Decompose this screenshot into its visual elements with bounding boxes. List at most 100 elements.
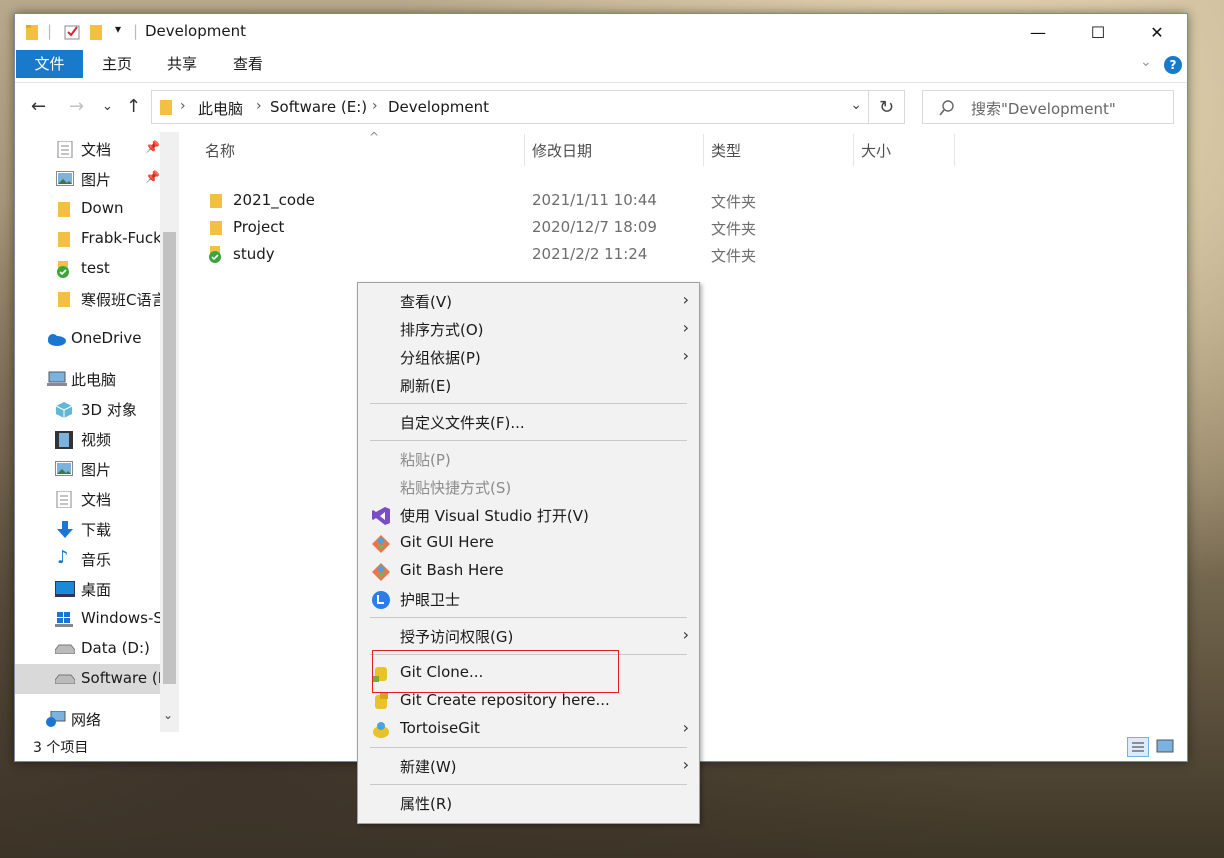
sidebar-item-downloads[interactable]: 下载: [15, 514, 160, 544]
recent-locations-icon[interactable]: ⌄: [102, 99, 113, 114]
sidebar-item-desktop[interactable]: 桌面: [15, 574, 160, 604]
details-view-button[interactable]: [1127, 737, 1149, 757]
column-divider[interactable]: [954, 134, 955, 166]
file-row[interactable]: 2021_code 2021/1/11 10:44 文件夹: [193, 187, 953, 214]
sidebar-item-test[interactable]: test: [15, 254, 160, 284]
sidebar-item-3d-objects[interactable]: 3D 对象: [15, 394, 160, 424]
chevron-right-icon[interactable]: ›: [372, 98, 378, 114]
details-view-icon: [1132, 742, 1144, 752]
menu-separator: [370, 784, 687, 785]
menu-item-refresh[interactable]: 刷新(E): [358, 372, 699, 400]
refresh-button[interactable]: ↻: [869, 90, 905, 124]
sidebar-item-data-drive[interactable]: Data (D:): [15, 634, 160, 664]
picture-icon: [56, 171, 74, 186]
help-icon[interactable]: ?: [1164, 56, 1182, 74]
ribbon-tabs: 文件 主页 共享 查看 ⌄ ?: [15, 50, 1187, 83]
sidebar-item-network[interactable]: 网络: [15, 704, 160, 734]
chevron-right-icon[interactable]: ›: [180, 98, 186, 114]
properties-icon[interactable]: [63, 23, 81, 41]
sidebar-item-music[interactable]: ♪ 音乐: [15, 544, 160, 574]
customize-quick-access-icon[interactable]: ▾: [115, 22, 121, 36]
expand-ribbon-icon[interactable]: ⌄: [1140, 54, 1152, 70]
tab-share[interactable]: 共享: [160, 50, 204, 78]
menu-separator: [370, 440, 687, 441]
sidebar-item-down[interactable]: Down: [15, 194, 160, 224]
breadcrumb-software-drive[interactable]: Software (E:): [270, 98, 367, 116]
address-bar[interactable]: › 此电脑 › Software (E:) › Development ⌄: [151, 90, 869, 124]
column-divider[interactable]: [703, 134, 704, 166]
menu-item-give-access[interactable]: 授予访问权限(G) ›: [358, 623, 699, 651]
menu-item-customize-folder[interactable]: 自定义文件夹(F)...: [358, 409, 699, 437]
chevron-right-icon: ›: [682, 755, 689, 774]
close-button[interactable]: ✕: [1127, 14, 1187, 50]
scroll-down-icon[interactable]: ⌄: [163, 708, 173, 722]
tab-home[interactable]: 主页: [95, 50, 139, 78]
sidebar-item-frabk-fuck[interactable]: Frabk-Fuck: [15, 224, 160, 254]
maximize-button[interactable]: ☐: [1068, 14, 1128, 50]
menu-item-sort-by[interactable]: 排序方式(O) ›: [358, 316, 699, 344]
back-arrow-icon[interactable]: ←: [31, 96, 46, 117]
menu-item-label: 自定义文件夹(F)...: [400, 414, 525, 432]
minimize-button[interactable]: —: [1008, 14, 1068, 50]
chevron-right-icon[interactable]: ›: [256, 98, 262, 114]
sidebar-item-software-drive[interactable]: Software (E:): [15, 664, 160, 694]
search-placeholder: 搜索"Development": [971, 100, 1116, 118]
menu-item-view[interactable]: 查看(V) ›: [358, 288, 699, 316]
sidebar-item-pictures-pinned[interactable]: 图片 📌: [15, 164, 160, 194]
column-divider[interactable]: [524, 134, 525, 166]
file-row[interactable]: study 2021/2/2 11:24 文件夹: [193, 241, 953, 268]
file-date: 2021/1/11 10:44: [532, 191, 657, 209]
sidebar-item-label: Down: [81, 199, 124, 217]
file-row[interactable]: Project 2020/12/7 18:09 文件夹: [193, 214, 953, 241]
pin-icon: 📌: [145, 140, 160, 154]
sidebar-item-pictures[interactable]: 图片: [15, 454, 160, 484]
menu-item-label: 排序方式(O): [400, 321, 484, 339]
sidebar-item-documents[interactable]: 文档: [15, 484, 160, 514]
large-icons-view-button[interactable]: [1155, 737, 1177, 757]
menu-item-group-by[interactable]: 分组依据(P) ›: [358, 344, 699, 372]
menu-item-label: 刷新(E): [400, 377, 452, 395]
column-divider[interactable]: [853, 134, 854, 166]
sidebar-item-winter-c[interactable]: 寒假班C语言: [15, 284, 160, 314]
sidebar-item-documents-pinned[interactable]: 文档 📌: [15, 134, 160, 164]
chevron-right-icon: ›: [682, 290, 689, 309]
sidebar-item-windows-ssd[interactable]: Windows-SSD: [15, 604, 160, 634]
menu-item-git-bash[interactable]: Git Bash Here: [358, 558, 699, 586]
windows-drive-icon: [55, 612, 73, 627]
sidebar-item-label: 视频: [81, 431, 112, 449]
address-history-icon[interactable]: ⌄: [850, 97, 862, 113]
menu-item-git-gui[interactable]: Git GUI Here: [358, 530, 699, 558]
menu-item-tortoisegit[interactable]: TortoiseGit ›: [358, 716, 699, 744]
tab-view[interactable]: 查看: [226, 50, 270, 78]
column-header-size[interactable]: 大小: [861, 140, 891, 168]
sidebar-item-label: Software (E:): [81, 669, 160, 687]
sidebar-item-this-pc[interactable]: 此电脑: [15, 364, 160, 394]
breadcrumb-this-pc[interactable]: 此电脑: [198, 98, 243, 119]
menu-item-properties[interactable]: 属性(R): [358, 790, 699, 818]
chevron-right-icon: ›: [682, 346, 689, 365]
folder-icon: [58, 292, 70, 307]
menu-item-new[interactable]: 新建(W) ›: [358, 753, 699, 781]
breadcrumb-development[interactable]: Development: [388, 98, 489, 116]
up-arrow-icon[interactable]: ↑: [126, 96, 141, 117]
menu-item-eye-guard[interactable]: 护眼卫士: [358, 586, 699, 614]
document-icon: [56, 491, 72, 508]
tortoisegit-icon: [373, 722, 389, 738]
search-input[interactable]: 搜索"Development": [922, 90, 1174, 124]
forward-arrow-icon[interactable]: →: [69, 96, 84, 117]
tab-file[interactable]: 文件: [16, 50, 83, 78]
scrollbar-thumb[interactable]: [163, 232, 176, 684]
column-header-type[interactable]: 类型: [711, 140, 741, 168]
git-icon: [372, 535, 390, 553]
sidebar-item-videos[interactable]: 视频: [15, 424, 160, 454]
pin-icon: 📌: [145, 170, 160, 184]
new-folder-icon[interactable]: [89, 23, 103, 41]
sidebar-item-label: 桌面: [81, 581, 112, 599]
menu-item-open-visual-studio[interactable]: 使用 Visual Studio 打开(V): [358, 502, 699, 530]
file-type: 文件夹: [711, 247, 757, 265]
column-header-name[interactable]: 名称: [205, 140, 235, 168]
column-header-date[interactable]: 修改日期: [532, 140, 592, 168]
drive-icon: [55, 644, 75, 654]
sidebar-scrollbar[interactable]: ⌄: [160, 132, 179, 732]
sidebar-item-onedrive[interactable]: OneDrive: [15, 324, 160, 354]
